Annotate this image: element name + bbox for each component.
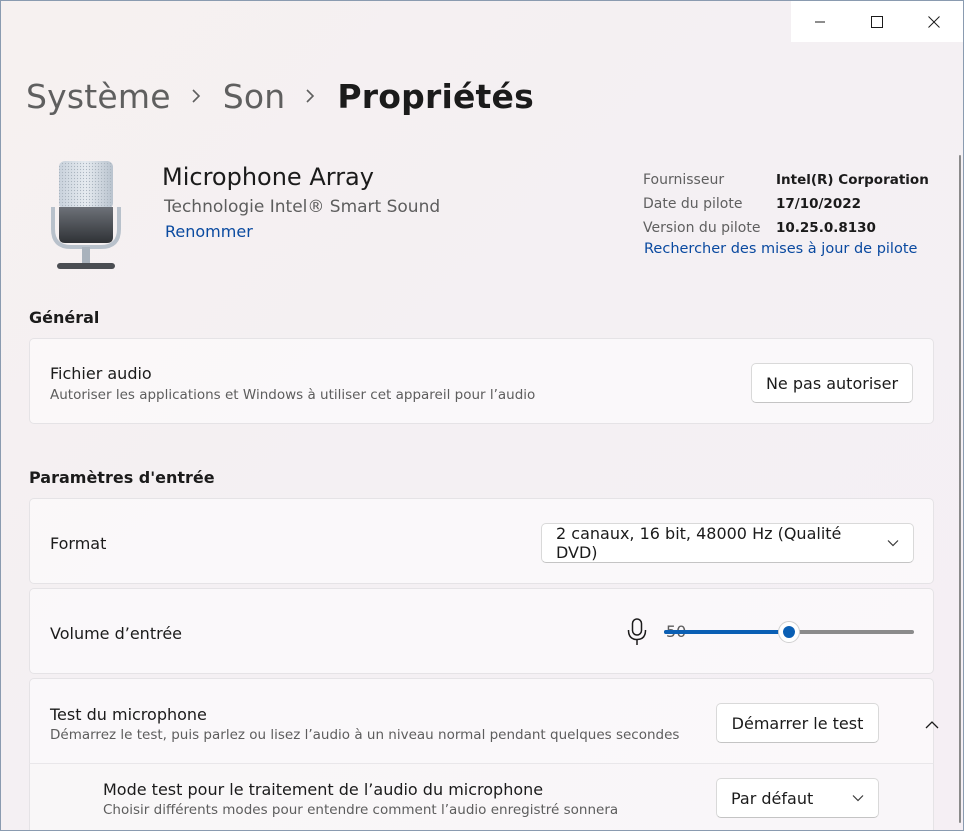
driver-update-link[interactable]: Rechercher des mises à jour de pilote xyxy=(644,241,917,257)
minimize-icon xyxy=(814,21,825,22)
breadcrumb-item-son[interactable]: Son xyxy=(223,77,286,116)
close-button[interactable] xyxy=(905,1,962,42)
microphone-icon[interactable] xyxy=(626,618,648,650)
property-label: Date du pilote xyxy=(643,196,743,212)
audio-file-card: Fichier audio Autoriser les applications… xyxy=(29,338,934,424)
property-row-provider: Fournisseur Intel(R) Corporation xyxy=(643,168,929,192)
device-name: Microphone Array xyxy=(162,163,374,191)
maximize-button[interactable] xyxy=(848,1,905,42)
property-value: 10.25.0.8130 xyxy=(776,220,876,236)
format-title: Format xyxy=(50,534,107,553)
mic-test-subtitle: Démarrez le test, puis parlez ou lisez l… xyxy=(50,727,680,743)
test-mode-selected-value: Par défaut xyxy=(731,788,814,808)
close-icon xyxy=(927,15,940,28)
title-bar-controls xyxy=(791,1,963,42)
start-test-button[interactable]: Démarrer le test xyxy=(716,703,879,743)
property-value: 17/10/2022 xyxy=(776,196,862,212)
volume-slider-fill xyxy=(664,630,789,634)
test-mode-dropdown[interactable]: Par défaut xyxy=(716,778,879,818)
volume-slider[interactable] xyxy=(664,621,914,643)
input-volume-card: Volume d’entrée 50 xyxy=(29,588,934,674)
chevron-right-icon xyxy=(191,89,201,103)
format-selected-value: 2 canaux, 16 bit, 48000 Hz (Qualité DVD) xyxy=(556,524,842,562)
collapse-button[interactable] xyxy=(914,712,950,736)
breadcrumb: Système Son Propriétés xyxy=(26,73,534,119)
maximize-icon xyxy=(870,15,883,28)
microphone-image xyxy=(49,159,123,273)
settings-window: Système Son Propriétés Microphone Array … xyxy=(0,0,964,831)
chevron-up-icon xyxy=(925,720,939,728)
test-mode-card: Mode test pour le traitement de l’audio … xyxy=(29,763,934,830)
section-heading-general: Général xyxy=(29,308,100,327)
property-label: Version du pilote xyxy=(643,220,761,236)
section-heading-input-settings: Paramètres d'entrée xyxy=(29,468,215,487)
chevron-down-icon xyxy=(887,540,899,547)
audio-file-subtitle: Autoriser les applications et Windows à … xyxy=(50,387,536,403)
driver-properties: Fournisseur Intel(R) Corporation Date du… xyxy=(643,168,929,240)
disallow-button[interactable]: Ne pas autoriser xyxy=(751,363,913,403)
property-row-driver-version: Version du pilote 10.25.0.8130 xyxy=(643,216,929,240)
format-dropdown[interactable]: 2 canaux, 16 bit, 48000 Hz (Qualité DVD) xyxy=(541,523,914,563)
format-card: Format 2 canaux, 16 bit, 48000 Hz (Quali… xyxy=(29,498,934,584)
test-mode-subtitle: Choisir différents modes pour entendre c… xyxy=(103,802,619,818)
device-description: Technologie Intel® Smart Sound xyxy=(164,197,441,217)
rename-link[interactable]: Renommer xyxy=(165,222,253,241)
chevron-right-icon xyxy=(305,89,315,103)
mic-test-card: Test du microphone Démarrez le test, pui… xyxy=(29,678,939,764)
audio-file-title: Fichier audio xyxy=(50,364,152,383)
breadcrumb-item-proprietes: Propriétés xyxy=(337,76,534,116)
volume-slider-thumb[interactable] xyxy=(778,621,800,643)
input-volume-title: Volume d’entrée xyxy=(50,624,183,643)
test-mode-title: Mode test pour le traitement de l’audio … xyxy=(103,780,544,799)
property-row-driver-date: Date du pilote 17/10/2022 xyxy=(643,192,929,216)
chevron-down-icon xyxy=(852,795,864,802)
minimize-button[interactable] xyxy=(791,1,848,42)
vertical-scrollbar[interactable] xyxy=(959,155,961,823)
breadcrumb-item-systeme[interactable]: Système xyxy=(26,77,171,116)
property-label: Fournisseur xyxy=(643,172,725,188)
property-value: Intel(R) Corporation xyxy=(776,172,929,188)
mic-test-title: Test du microphone xyxy=(50,705,207,724)
